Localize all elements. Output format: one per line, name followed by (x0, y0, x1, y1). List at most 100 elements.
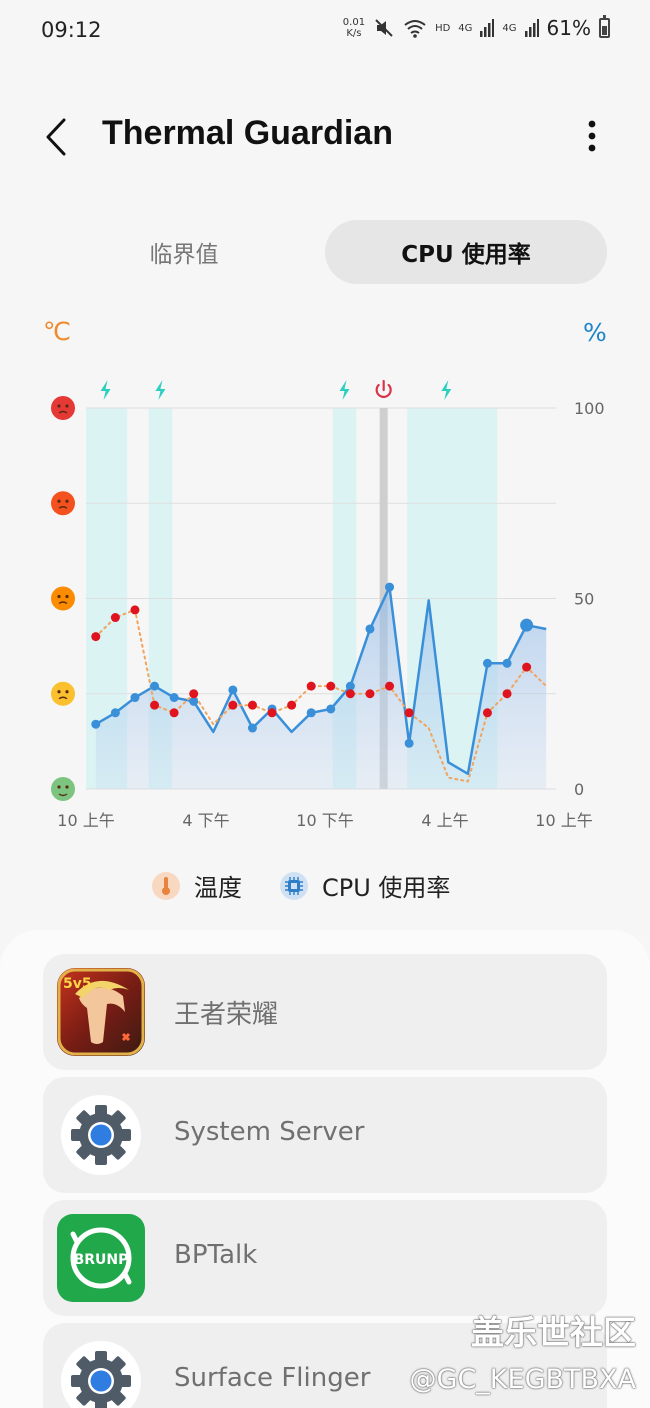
temperature-data-point (306, 681, 316, 691)
signal-bars-icon (524, 19, 539, 37)
bptalk-icon-text: BRUNP (74, 1252, 129, 1268)
honor-of-kings-icon: 5v5 (57, 968, 145, 1056)
cool-face-icon-eye-right (65, 785, 69, 789)
more-options-button[interactable] (578, 112, 606, 160)
watermark-line-2: @GC_KEGBTBXA (409, 1364, 636, 1395)
cpu-data-point (502, 658, 512, 668)
signal-2-label: 4G (502, 22, 517, 34)
temperature-data-point (189, 689, 199, 699)
legend-cpu-label: CPU 使用率 (322, 874, 451, 902)
cpu-data-point (247, 723, 257, 733)
neutral-face-icon-eye-left (57, 690, 61, 694)
temperature-data-point (150, 700, 160, 710)
mute-icon (375, 19, 393, 37)
hot-face-icon (51, 491, 75, 516)
app-row-system-server[interactable]: System Server (43, 1077, 607, 1193)
x-axis-tick-label: 10 上午 (57, 811, 114, 830)
y-axis-tick-label: 100 (574, 399, 605, 418)
lightning-icon (441, 380, 452, 400)
app-row-bptalk[interactable]: BRUNP BPTalk (43, 1200, 607, 1316)
x-axis-tick-label: 4 下午 (182, 811, 229, 830)
legend-temperature: 温度 (152, 868, 242, 903)
settings-gear-icon (57, 1337, 145, 1408)
watermark: 盖乐世社区 @GC_KEGBTBXA (410, 1306, 636, 1395)
temperature-data-point (365, 689, 375, 699)
cool-face-icon (51, 777, 75, 801)
tab-threshold[interactable]: 临界值 (44, 220, 324, 284)
temperature-data-point (482, 708, 492, 718)
temperature-data-point (110, 613, 120, 623)
legend-temperature-label: 温度 (194, 874, 242, 902)
app-name: 王者荣耀 (174, 1000, 279, 1030)
temperature-data-point (228, 700, 238, 710)
warm-face-icon-eye-right (65, 594, 69, 599)
temperature-data-point (267, 708, 277, 718)
y-axis-tick-label: 50 (574, 590, 594, 609)
status-time: 09:12 (41, 18, 102, 42)
cpu-temperature-chart: 100 50 0 10 上午 4 下午 10 下午 4 上午 10 上午 (51, 379, 605, 830)
app-name: BPTalk (174, 1240, 258, 1270)
temperature-data-point (169, 708, 179, 718)
signal-1-label: 4G (458, 22, 473, 34)
page-title: Thermal Guardian (102, 114, 393, 152)
temperature-data-point (130, 605, 140, 615)
app-row-honor-of-kings[interactable]: 5v5 王者荣耀 (43, 954, 607, 1070)
very-hot-face-icon-eye-right (65, 404, 69, 408)
tab-cpu-usage[interactable]: CPU 使用率 (325, 220, 607, 284)
cpu-data-point (150, 681, 160, 691)
more-vertical-icon (588, 120, 596, 152)
warm-face-icon (51, 586, 75, 611)
hot-face-icon-eye-left (57, 499, 61, 503)
cpu-data-point (130, 693, 140, 703)
temperature-data-point (287, 700, 297, 710)
neutral-face-icon-eye-right (65, 690, 69, 694)
very-hot-face-icon (51, 396, 75, 420)
svg-text:5v5: 5v5 (63, 976, 92, 992)
network-speed: 0.01 K/s (342, 17, 366, 39)
x-axis-tick-label: 10 上午 (535, 811, 592, 830)
tab-bar: 临界值 CPU 使用率 (44, 220, 607, 284)
watermark-line-1: 盖乐世社区 (471, 1313, 636, 1352)
cpu-data-point (404, 738, 414, 748)
y-axis-tick-label: 0 (574, 780, 584, 799)
cpu-chip-icon (280, 871, 308, 900)
app-name: Surface Flinger (174, 1363, 371, 1393)
temperature-data-point (385, 681, 395, 691)
warm-face-icon-eye-left (57, 594, 61, 599)
cpu-data-point (326, 704, 336, 714)
temperature-data-point (326, 681, 336, 691)
cpu-data-point (91, 719, 101, 729)
status-bar: 09:12 0.01 K/s HD 4G 4G 61% (0, 0, 650, 64)
status-icons: 0.01 K/s HD 4G 4G 61% (342, 15, 610, 40)
lightning-icon (155, 380, 166, 400)
thermometer-icon (152, 871, 180, 900)
temperature-data-point (502, 689, 512, 699)
very-hot-face-icon-eye-left (57, 404, 61, 408)
temperature-data-point (522, 662, 532, 672)
chevron-left-icon (46, 118, 66, 156)
legend-cpu-usage: CPU 使用率 (280, 868, 450, 903)
lightning-icon (100, 380, 111, 400)
temperature-data-point (404, 708, 414, 718)
temperature-data-point (345, 689, 355, 699)
battery-percentage: 61% (546, 16, 591, 40)
percent-unit-label: % (583, 318, 607, 347)
settings-gear-icon (57, 1091, 145, 1179)
wifi-icon (404, 20, 426, 38)
bptalk-icon: BRUNP (57, 1214, 145, 1302)
app-name: System Server (174, 1117, 365, 1147)
cpu-data-point (365, 624, 375, 634)
x-axis-tick-label: 10 下午 (296, 811, 353, 830)
x-axis-tick-label: 4 上午 (421, 811, 468, 830)
back-button[interactable] (38, 112, 78, 162)
hot-face-icon-eye-right (65, 499, 69, 503)
cpu-data-point (306, 708, 316, 718)
temperature-unit-label: ℃ (43, 317, 72, 346)
temperature-data-point (247, 700, 257, 710)
cpu-data-point (110, 708, 120, 718)
battery-icon (599, 15, 610, 38)
cpu-data-point (482, 658, 492, 668)
cpu-data-point (169, 693, 179, 703)
temperature-data-point (91, 632, 101, 642)
cpu-data-point (228, 685, 238, 695)
